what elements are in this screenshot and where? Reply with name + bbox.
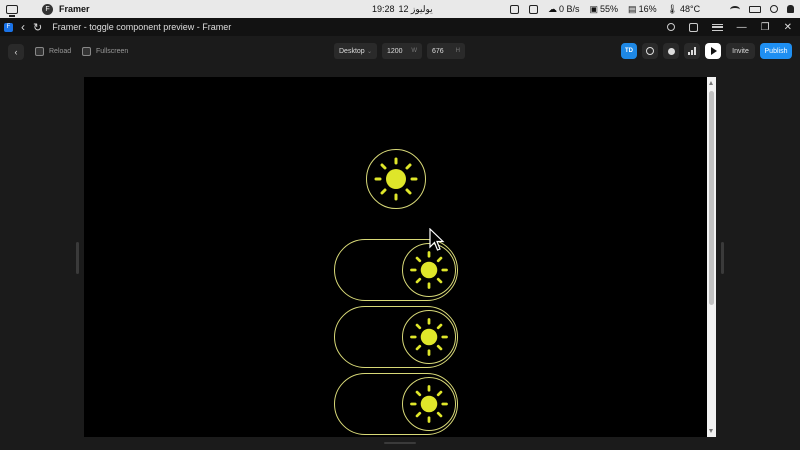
notification-icon[interactable] [787, 5, 794, 13]
window-switcher-icon[interactable] [6, 4, 18, 17]
clock-time: 19:28 [372, 3, 395, 14]
device-select[interactable]: Desktop ⌄ [334, 43, 377, 59]
close-button[interactable]: ✕ [784, 22, 792, 33]
preview-scrollbar[interactable] [707, 77, 716, 437]
cpu-icon: ▣ [589, 3, 599, 14]
temperature: 🌡 48°C [666, 3, 701, 15]
publish-button[interactable]: Publish [760, 43, 792, 59]
analytics-icon [688, 47, 696, 55]
memory-icon: ▤ [628, 3, 637, 14]
analytics-button[interactable] [684, 43, 700, 59]
thermometer-icon: 🌡 [666, 3, 679, 14]
back-button[interactable]: ‹ [8, 43, 24, 60]
reload-button[interactable]: Reload [35, 47, 71, 56]
scroll-thumb[interactable] [709, 91, 714, 305]
invite-button[interactable]: Invite [726, 43, 755, 59]
preview-play-button[interactable] [705, 43, 721, 59]
sun-icon [410, 318, 448, 356]
menu-icon[interactable] [711, 23, 723, 31]
framer-favicon: F [4, 22, 13, 32]
memory-usage: ▤ 16% [628, 3, 657, 15]
globe-button[interactable] [642, 43, 658, 59]
component-preview [84, 77, 707, 437]
wifi-icon[interactable] [730, 5, 740, 13]
reload-icon [35, 47, 44, 56]
clipboard-icon[interactable] [529, 4, 538, 14]
framer-app-icon: F [42, 3, 53, 15]
restore-button[interactable]: ❐ [761, 22, 770, 33]
bottom-resize-handle[interactable] [384, 442, 416, 444]
left-resize-handle[interactable] [76, 242, 79, 274]
network-speed: ☁ 0 B/s [548, 3, 580, 15]
cpu-usage: ▣ 55% [589, 3, 619, 15]
battery-icon[interactable] [749, 5, 761, 13]
height-input[interactable]: 676 H [427, 43, 465, 59]
search-icon[interactable] [666, 23, 675, 31]
scroll-up-icon[interactable] [709, 81, 713, 85]
play-icon [711, 47, 717, 55]
clock[interactable]: 19:28 12 يوليوز [372, 4, 433, 15]
sun-icon [374, 157, 418, 201]
settings-button[interactable] [663, 43, 679, 59]
width-input[interactable]: 1200 W [382, 43, 422, 59]
scroll-down-icon[interactable] [709, 429, 713, 433]
screenshot-icon[interactable] [510, 4, 519, 14]
minimize-button[interactable]: — [737, 22, 747, 33]
back-arrow-icon[interactable]: ‹ [21, 20, 25, 34]
fullscreen-icon [82, 47, 91, 56]
power-icon[interactable] [770, 5, 778, 13]
clock-date: 12 يوليوز [398, 3, 433, 14]
active-app-name[interactable]: Framer [59, 4, 90, 14]
right-resize-handle[interactable] [721, 242, 724, 274]
preview-toolbar: ‹ Reload Fullscreen Desktop ⌄ 1200 W 676… [0, 36, 800, 67]
extensions-icon[interactable] [688, 22, 698, 32]
refresh-icon[interactable]: ↻ [33, 21, 42, 34]
gear-icon [667, 47, 675, 55]
chevron-down-icon: ⌄ [366, 48, 372, 55]
mouse-cursor-icon [429, 228, 445, 251]
cloud-icon: ☁ [548, 3, 557, 14]
window-title: Framer - toggle component preview - Fram… [52, 22, 232, 32]
sun-icon [410, 385, 448, 423]
user-avatar[interactable]: TD [621, 43, 637, 59]
os-top-bar: F Framer 19:28 12 يوليوز ☁ 0 B/s ▣ 55% ▤… [0, 0, 800, 18]
globe-icon [646, 47, 654, 55]
window-title-bar: F ‹ ↻ Framer - toggle component preview … [0, 18, 800, 36]
fullscreen-button[interactable]: Fullscreen [82, 47, 128, 56]
sun-icon [410, 251, 448, 289]
